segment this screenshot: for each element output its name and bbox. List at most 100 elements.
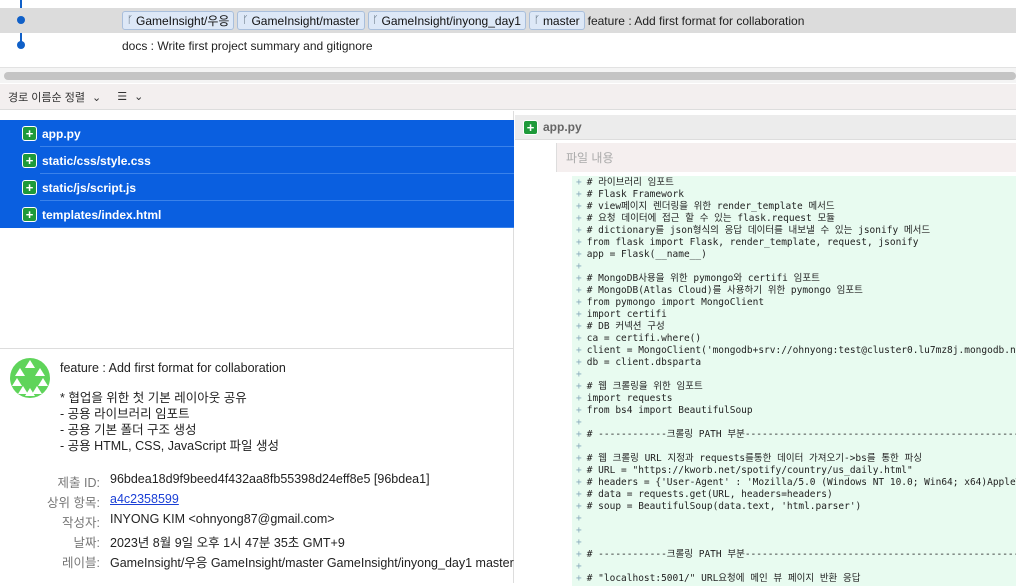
code-text: ca = certifi.where() [586,333,702,344]
meta-value: 2023년 8월 9일 오후 1시 47분 35초 GMT+9 [110,536,345,550]
diff-line-added: + # data = requests.get(URL, headers=head… [572,489,1016,501]
diff-panel: + app.py 파일 내용 + # 라이브러리 임포트 + # Flask Frame… [515,111,1016,586]
file-item[interactable]: + templates/index.html [0,201,514,228]
diff-line-added: + # DB 커넥션 구성 [572,321,1016,333]
added-file-icon: + [22,207,37,222]
diff-line-added: + app = Flask(__name__) [572,249,1016,261]
meta-key: 날짜: [73,536,100,550]
file-item[interactable]: + static/js/script.js [0,174,514,201]
file-name: app.py [42,126,81,141]
avatar [10,358,50,398]
diff-line-added: + # ------------크롤링 PATH 부분--------------… [572,429,1016,441]
diff-line-added: + # MongoDB(Atlas Cloud)를 사용하기 위한 pymongo… [572,285,1016,297]
diff-line-added: + ca = certifi.where() [572,333,1016,345]
chevron-down-icon: ⌄ [134,91,144,103]
plus-marker: + [576,537,582,548]
diff-line-added: + # dictionary를 json형식의 응답 데이터를 내보낼 수 있는 … [572,225,1016,237]
diff-line-added: + client = MongoClient('mongodb+srv://ohn… [572,345,1016,357]
branch-label[interactable]: ᚴ GameInsight/우응 [122,11,235,30]
diff-line-added: + # 요청 데이터에 접근 할 수 있는 flask.request 모듈 [572,213,1016,225]
plus-marker: + [576,237,582,248]
branch-label[interactable]: ᚴ GameInsight/inyong_day1 [367,11,526,30]
branch-label[interactable]: ᚴ master [528,11,585,30]
sort-dropdown[interactable]: 경로 이름순 정렬 ⌄ [8,89,105,105]
plus-marker: + [576,441,582,452]
diff-line-added: + [572,513,1016,525]
plus-marker: + [576,453,582,464]
meta-row: 제출 ID: 96bdea18d9f9beed4f432aa8fb55398d24… [0,472,514,492]
plus-marker: + [576,477,582,488]
file-item[interactable]: + app.py [0,120,514,147]
diff-line-added: + # 웹 크롤링 URL 지정과 requests를통한 데이터 가져오기->b… [572,453,1016,465]
code-text: # data = requests.get(URL, headers=heade… [586,489,833,500]
meta-row: 작성자: INYONG KIM <ohnyong87@gmail.com> [0,512,514,532]
branch-label[interactable]: ᚴ GameInsight/master [237,11,365,30]
plus-marker: + [576,417,582,428]
plus-marker: + [576,381,582,392]
diff-line-added: + # headers = {'User-Agent' : 'Mozilla/5.… [572,477,1016,489]
plus-marker: + [576,333,582,344]
meta-key: 상위 항목: [47,496,100,510]
diff-line-added: + [572,441,1016,453]
added-file-icon: + [22,180,37,195]
commit-row-selected[interactable]: ᚴ GameInsight/우응 ᚴ GameInsight/master ᚴ GameI… [0,8,1016,33]
commit-message: feature : Add first format for collabora… [587,13,805,28]
plus-marker: + [576,321,582,332]
meta-key: 레이블: [62,556,100,570]
plus-marker: + [576,405,582,416]
commit-row[interactable]: docs : Write first project summary and g… [0,33,1016,58]
diff-code: + # 라이브러리 임포트 + # Flask Framework + # view페이지… [572,176,1016,586]
plus-marker: + [576,465,582,476]
avatar-pattern-shape [38,378,48,386]
meta-value: GameInsight/우응 GameInsight/master GameIn… [110,556,514,570]
meta-row: 레이블: GameInsight/우응 GameInsight/master Ga… [0,552,514,572]
file-list-toolbar: 경로 이름순 정렬 ⌄ ☰ ⌄ [0,84,1016,110]
added-file-icon: + [523,119,538,135]
plus-marker: + [576,561,582,572]
chevron-down-icon: ⌄ [92,91,102,104]
parent-commit-link[interactable]: a4c2358599 [110,492,179,512]
meta-value: INYONG KIM <ohnyong87@gmail.com> [110,512,335,526]
code-text: import requests [586,393,673,404]
meta-value: 96bdea18d9f9beed4f432aa8fb55398d24eff8e5… [110,472,430,486]
diff-line-added: + db = client.dbsparta [572,357,1016,369]
commit-node [17,16,25,24]
plus-marker: + [576,429,582,440]
code-text: # soup = BeautifulSoup(data.text, 'html.… [586,501,862,512]
hunk-header: 파일 내용 [556,143,1016,172]
commit-message: docs : Write first project summary and g… [122,38,373,53]
added-file-icon: + [22,126,37,141]
code-text: # "localhost:5001/" URL요청에 메인 뷰 페이지 반환 응… [586,573,861,584]
view-mode-dropdown[interactable]: ☰ ⌄ [117,90,147,103]
list-icon: ☰ [117,91,128,103]
code-text: client = MongoClient('mongodb+srv://ohny… [586,345,1016,356]
branch-icon: ᚴ [242,15,249,26]
branch-name: master [542,13,580,28]
code-text: # ------------크롤링 PATH 부분---------------… [586,549,1016,560]
code-text: db = client.dbsparta [586,357,702,368]
file-item[interactable]: + static/css/style.css [0,147,514,174]
commit-node [17,41,25,49]
plus-marker: + [576,345,582,356]
diff-line-added: + from flask import Flask, render_templat… [572,237,1016,249]
code-text: # Flask Framework [586,189,684,200]
diff-line-added: + import requests [572,393,1016,405]
plus-marker: + [576,525,582,536]
parent-commit-link[interactable]: a4c2358599 [110,492,179,506]
horizontal-scrollbar[interactable] [0,67,1016,83]
file-name: static/js/script.js [42,180,137,195]
sort-label: 경로 이름순 정렬 [8,91,85,104]
avatar-pattern-shape [25,360,35,368]
diff-line-added: + from bs4 import BeautifulSoup [572,405,1016,417]
branch-name: GameInsight/master [251,13,360,28]
code-text: from bs4 import BeautifulSoup [586,405,753,416]
code-text: import certifi [586,309,667,320]
meta-key: 제출 ID: [57,476,100,490]
meta-row: 상위 항목: a4c2358599 [0,492,514,512]
diff-line-added: + # MongoDB사용을 위한 pymongo와 certifi 임포트 [572,273,1016,285]
diff-line-added: + [572,537,1016,549]
scrollbar-thumb[interactable] [4,72,1016,80]
branch-name: GameInsight/우응 [136,14,230,28]
code-text: from pymongo import MongoClient [586,297,765,308]
plus-marker: + [576,273,582,284]
